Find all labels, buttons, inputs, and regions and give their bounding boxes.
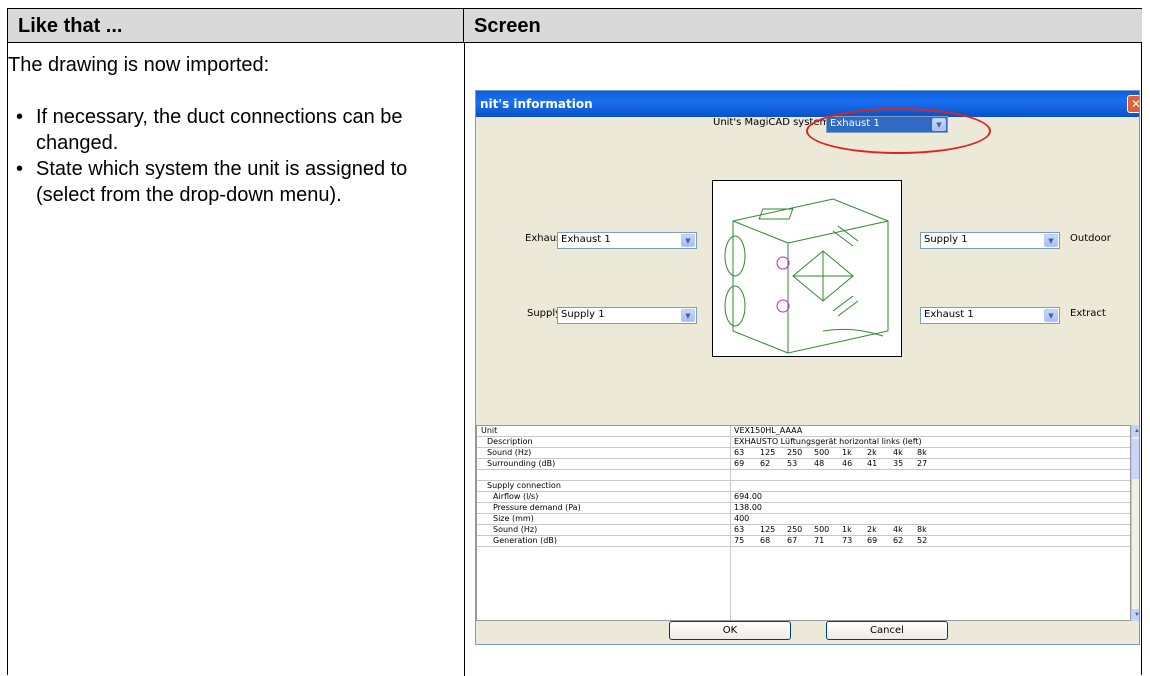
supply-select[interactable]: Supply 1 ▼: [557, 307, 697, 324]
outdoor-label: Outdoor: [1070, 233, 1111, 244]
column-header-screen: Screen: [464, 9, 1142, 43]
table-row[interactable]: Surrounding (dB) 69 62 53 48 46 41 35 27: [477, 459, 1130, 470]
row-label: Supply connection: [487, 481, 561, 490]
chevron-down-icon[interactable]: ▼: [1044, 309, 1058, 322]
row-value: 500: [814, 448, 830, 457]
dialog-titlebar: nit's information ✕: [476, 91, 1139, 117]
row-value: 52: [917, 536, 928, 545]
row-label: Description: [487, 437, 533, 446]
row-value: 63: [734, 525, 745, 534]
chevron-down-icon[interactable]: ▼: [1044, 234, 1058, 247]
row-value: 4k: [893, 448, 903, 457]
chevron-down-icon[interactable]: ▼: [681, 234, 695, 247]
units-information-dialog: nit's information ✕ Unit's MagiCAD syste…: [475, 90, 1140, 645]
unit-drawing: [712, 180, 902, 357]
table-row[interactable]: Description EXHAUSTO Lüftungsgerät horizo…: [477, 437, 1130, 448]
outdoor-select[interactable]: Supply 1 ▼: [920, 232, 1060, 249]
row-value: 35: [893, 459, 904, 468]
table-row[interactable]: Pressure demand (Pa) 138.00: [477, 503, 1130, 514]
close-icon[interactable]: ✕: [1127, 95, 1139, 113]
row-label: Sound (Hz): [487, 448, 532, 457]
row-value: 8k: [917, 448, 927, 457]
ok-button[interactable]: OK: [669, 621, 791, 640]
chevron-down-icon[interactable]: ▼: [681, 309, 695, 322]
row-value: 250: [787, 525, 803, 534]
row-value: 694.00: [734, 492, 762, 501]
extract-select[interactable]: Exhaust 1 ▼: [920, 307, 1060, 324]
row-value: 8k: [917, 525, 927, 534]
row-value: VEX150HL_AAAA: [734, 426, 803, 435]
row-value: 68: [760, 536, 771, 545]
row-value: 2k: [867, 448, 877, 457]
row-value: 250: [787, 448, 803, 457]
row-value: 46: [842, 459, 853, 468]
row-value: 69: [867, 536, 878, 545]
table-row[interactable]: Size (mm) 400: [477, 514, 1130, 525]
row-value: 75: [734, 536, 745, 545]
row-value: 41: [867, 459, 878, 468]
row-value: 62: [760, 459, 771, 468]
row-value: 71: [814, 536, 825, 545]
row-value: 4k: [893, 525, 903, 534]
row-label: Surrounding (dB): [487, 459, 556, 468]
row-value: 2k: [867, 525, 877, 534]
scroll-down-icon[interactable]: ▼: [1132, 609, 1139, 621]
row-value: 125: [760, 448, 776, 457]
row-value: 63: [734, 448, 745, 457]
table-row[interactable]: Generation (dB) 75 68 67 71 73 69 62 52: [477, 536, 1130, 547]
table-row[interactable]: Sound (Hz) 63 125 250 500 1k 2k 4k 8k: [477, 448, 1130, 459]
scroll-up-icon[interactable]: ▲: [1132, 425, 1139, 437]
row-value: 1k: [842, 525, 852, 534]
row-value: 67: [787, 536, 798, 545]
row-value: 400: [734, 514, 750, 523]
dialog-title: nit's information: [480, 97, 593, 111]
row-label: Pressure demand (Pa): [493, 503, 581, 512]
scroll-thumb[interactable]: [1132, 439, 1139, 479]
unit-properties-grid[interactable]: Unit VEX150HL_AAAA Description EXHAUSTO Lüf…: [476, 425, 1131, 621]
supply-select-value: Supply 1: [561, 309, 605, 320]
exhaust-select-value: Exhaust 1: [561, 234, 611, 245]
ventilation-unit-icon: [724, 198, 889, 354]
cancel-button[interactable]: Cancel: [826, 621, 948, 640]
instructions-list: If necessary, the duct connections can b…: [8, 104, 438, 208]
instructions: The drawing is now imported: If necessar…: [8, 52, 438, 208]
exhaust-select[interactable]: Exhaust 1 ▼: [557, 232, 697, 249]
row-value: 500: [814, 525, 830, 534]
row-value: 73: [842, 536, 853, 545]
highlight-circle: [806, 108, 991, 154]
table-row[interactable]: Unit VEX150HL_AAAA: [477, 426, 1130, 437]
grid-scrollbar[interactable]: ▲ ▼: [1131, 425, 1139, 621]
instruction-item: If necessary, the duct connections can b…: [8, 104, 438, 156]
row-value: 48: [814, 459, 825, 468]
column-header-like-that: Like that ...: [8, 9, 464, 43]
supply-label: Supply: [527, 308, 562, 319]
row-label: Sound (Hz): [493, 525, 538, 534]
row-value: 138.00: [734, 503, 762, 512]
extract-select-value: Exhaust 1: [924, 309, 974, 320]
row-label: Airflow (l/s): [493, 492, 539, 501]
row-label: Unit: [481, 426, 498, 435]
extract-label: Extract: [1070, 308, 1106, 319]
row-label: Generation (dB): [493, 536, 557, 545]
table-row[interactable]: Sound (Hz) 63 125 250 500 1k 2k 4k 8k: [477, 525, 1130, 536]
row-value: 62: [893, 536, 904, 545]
row-value: 53: [787, 459, 798, 468]
row-label: Size (mm): [493, 514, 534, 523]
row-value: 1k: [842, 448, 852, 457]
outdoor-select-value: Supply 1: [924, 234, 968, 245]
instructions-intro: The drawing is now imported:: [8, 54, 270, 76]
instruction-item: State which system the unit is assigned …: [8, 156, 438, 208]
table-row[interactable]: [477, 470, 1130, 481]
row-value: EXHAUSTO Lüftungsgerät horizontal links …: [734, 437, 922, 446]
table-row[interactable]: Airflow (l/s) 694.00: [477, 492, 1130, 503]
column-divider: [464, 43, 465, 676]
row-value: 27: [917, 459, 928, 468]
row-value: 125: [760, 525, 776, 534]
table-row[interactable]: Supply connection: [477, 481, 1130, 492]
row-value: 69: [734, 459, 745, 468]
